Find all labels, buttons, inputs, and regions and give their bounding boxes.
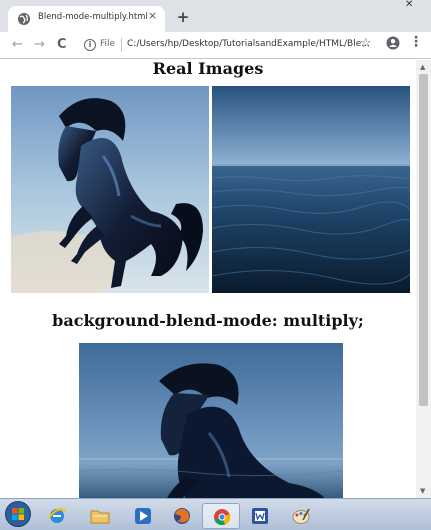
taskbar-chrome[interactable]	[202, 503, 240, 529]
taskbar-firefox[interactable]	[163, 503, 201, 529]
address-scheme: File	[100, 39, 116, 49]
scroll-thumb[interactable]	[419, 74, 428, 406]
heading-real-images: Real Images	[152, 60, 264, 78]
scroll-down-icon[interactable]: ▼	[420, 487, 425, 495]
address-bar[interactable]: i File C:/Users/hp/Desktop/TutorialsandE…	[76, 35, 374, 56]
reload-icon[interactable]: C	[57, 36, 67, 54]
menu-icon[interactable]: ⋮	[409, 34, 423, 50]
bookmark-star-icon[interactable]: ☆	[360, 36, 372, 51]
back-icon[interactable]: ←	[12, 36, 23, 54]
windows-start-icon[interactable]	[4, 500, 32, 528]
taskbar-paint[interactable]	[282, 503, 320, 529]
blended-image	[79, 343, 343, 498]
address-url[interactable]: C:/Users/hp/Desktop/TutorialsandExample/…	[127, 39, 372, 49]
new-tab-button[interactable]: +	[174, 8, 192, 26]
address-separator	[121, 38, 122, 52]
scroll-up-icon[interactable]: ▲	[420, 63, 425, 71]
tab-close-icon[interactable]: ×	[148, 9, 157, 22]
tab-title: Blend-mode-multiply.html	[38, 12, 148, 22]
sea-image	[212, 86, 410, 293]
taskbar-internet-explorer[interactable]	[38, 503, 76, 529]
word-icon	[252, 508, 268, 524]
horse-image	[11, 86, 209, 293]
taskbar-media-player[interactable]	[124, 503, 162, 529]
account-icon[interactable]	[386, 36, 400, 50]
firefox-icon	[174, 508, 190, 524]
taskbar-file-explorer[interactable]	[81, 503, 119, 529]
internet-explorer-icon	[48, 508, 67, 523]
close-icon: ✕	[405, 0, 414, 10]
taskbar	[0, 498, 431, 530]
folder-icon	[90, 510, 110, 524]
heading-blend-mode: background-blend-mode: multiply;	[52, 311, 364, 330]
page-viewport: Real Images background-blend-mode: multi…	[0, 60, 416, 498]
taskbar-word[interactable]	[241, 503, 279, 529]
vertical-scrollbar[interactable]: ▲ ▼	[416, 60, 431, 498]
tab-strip: Blend-mode-multiply.html × + ✕	[0, 0, 431, 32]
info-icon[interactable]: i	[84, 39, 96, 51]
media-player-icon	[135, 508, 151, 524]
globe-icon	[18, 13, 30, 25]
chrome-icon	[214, 509, 231, 526]
tab-blend-mode-multiply[interactable]: Blend-mode-multiply.html ×	[8, 6, 165, 32]
window-close-button[interactable]: ✕	[391, 0, 431, 14]
paint-icon	[292, 508, 310, 524]
forward-icon[interactable]: →	[34, 36, 45, 54]
